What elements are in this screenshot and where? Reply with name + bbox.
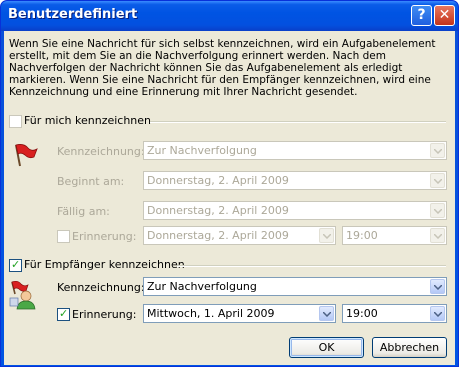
flag-for-recipient-checkbox[interactable]: ✓ (9, 258, 22, 272)
chevron-down-icon (430, 173, 445, 188)
recipient-reminder-date-value: Mittwoch, 1. April 2009 (147, 307, 275, 320)
recipient-flag-icon (9, 280, 37, 313)
recipient-reminder-label: Erinnerung: (72, 308, 137, 321)
cancel-button[interactable]: Abbrechen (372, 337, 447, 358)
window-title: Benutzerdefiniert (8, 7, 138, 22)
recipient-flag-select[interactable]: Zur Nachverfolgung (143, 277, 447, 296)
intro-text: Wenn Sie eine Nachricht für sich selbst … (9, 38, 436, 98)
start-date-label: Beginnt am: (57, 175, 125, 188)
self-reminder-time-select[interactable]: 19:00 (342, 226, 447, 245)
self-reminder-date-select[interactable]: Donnerstag, 2. April 2009 (143, 226, 336, 245)
checkmark-icon: ✓ (59, 307, 69, 320)
recipient-section-separator (177, 265, 446, 267)
chevron-down-icon (430, 228, 445, 243)
chevron-down-icon (319, 228, 334, 243)
self-section-separator (150, 121, 446, 123)
start-date-select[interactable]: Donnerstag, 2. April 2009 (143, 171, 447, 190)
checkmark-icon: ✓ (11, 258, 21, 271)
start-date-value: Donnerstag, 2. April 2009 (147, 174, 289, 187)
self-flag-label: Kennzeichnung: (57, 145, 145, 158)
chevron-down-icon (430, 279, 445, 294)
ok-button[interactable]: OK (289, 337, 364, 358)
self-flag-value: Zur Nachverfolgung (147, 144, 257, 157)
recipient-reminder-time-select[interactable]: 19:00 (342, 304, 447, 323)
chevron-down-icon (430, 203, 445, 218)
self-reminder-label: Erinnerung: (72, 230, 137, 243)
self-flag-select[interactable]: Zur Nachverfolgung (143, 141, 447, 160)
due-date-value: Donnerstag, 2. April 2009 (147, 204, 289, 217)
recipient-reminder-time-value: 19:00 (346, 307, 378, 320)
dialog-window: Benutzerdefiniert ? ✕ Wenn Sie eine Nach… (0, 0, 459, 367)
self-reminder-time-value: 19:00 (346, 229, 378, 242)
close-button[interactable]: ✕ (434, 5, 455, 26)
chevron-down-icon (319, 306, 334, 321)
title-bar[interactable]: Benutzerdefiniert ? ✕ (1, 1, 458, 31)
recipient-flag-label: Kennzeichnung: (57, 281, 145, 294)
self-reminder-date-value: Donnerstag, 2. April 2009 (147, 229, 289, 242)
chevron-down-icon (430, 143, 445, 158)
flag-icon (12, 143, 38, 170)
flag-for-me-label: Für mich kennzeichnen (24, 114, 152, 127)
due-date-label: Fällig am: (57, 205, 110, 218)
help-button[interactable]: ? (411, 5, 432, 26)
flag-for-me-checkbox[interactable] (9, 115, 22, 128)
chevron-down-icon (430, 306, 445, 321)
recipient-reminder-date-select[interactable]: Mittwoch, 1. April 2009 (143, 304, 336, 323)
dialog-client-area: Wenn Sie eine Nachricht für sich selbst … (4, 31, 455, 365)
due-date-select[interactable]: Donnerstag, 2. April 2009 (143, 201, 447, 220)
self-reminder-checkbox[interactable] (57, 230, 70, 243)
flag-for-recipient-label: Für Empfänger kennzeichnen (24, 258, 185, 271)
recipient-flag-value: Zur Nachverfolgung (147, 280, 257, 293)
recipient-reminder-checkbox[interactable]: ✓ (57, 307, 70, 321)
